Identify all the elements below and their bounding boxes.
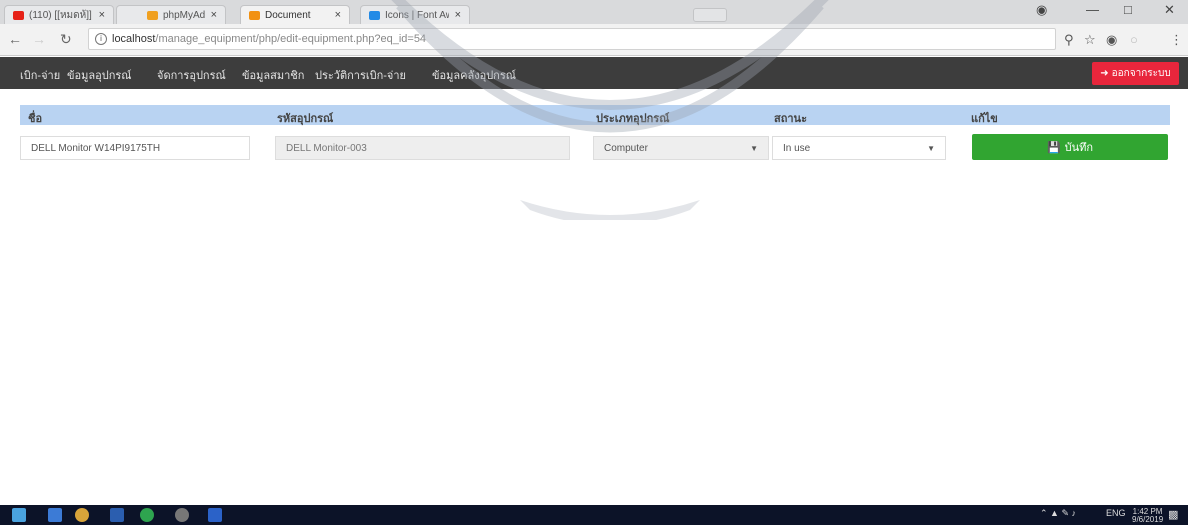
nav-item-withdraw[interactable]: เบิก-จ่าย: [20, 66, 60, 84]
forward-icon[interactable]: →: [32, 31, 46, 47]
maximize-icon[interactable]: □: [1124, 2, 1132, 17]
logout-button[interactable]: ➜ ออกจากระบบ: [1092, 62, 1179, 85]
profile-icon[interactable]: ◉: [1036, 2, 1047, 18]
browser-tab-document[interactable]: Document ×: [240, 5, 350, 24]
clock[interactable]: 1:42 PM 9/6/2019: [1132, 508, 1163, 524]
close-icon[interactable]: ×: [99, 9, 105, 21]
phpmyadmin-icon: [147, 10, 158, 20]
new-tab-button[interactable]: [693, 8, 727, 22]
tab-label: phpMyAdmin: [163, 9, 205, 21]
url-bar[interactable]: i localhost/manage_equipment/php/edit-eq…: [88, 28, 1056, 50]
browser-tab-youtube[interactable]: (110) [[หมดห้]] ติดหา... ×: [4, 5, 114, 24]
word-icon[interactable]: [110, 508, 124, 522]
url-path: /manage_equipment/php/edit-equipment.php…: [155, 33, 427, 45]
browser-tab-font-awesome[interactable]: Icons | Font Awesome ×: [360, 5, 470, 24]
tab-label: Icons | Font Awesome: [385, 9, 449, 21]
close-icon[interactable]: ×: [335, 9, 341, 21]
chevron-down-icon: ▼: [927, 143, 935, 153]
column-header-edit: แก้ไข: [971, 113, 998, 125]
nav-item-member-info[interactable]: ข้อมูลสมาชิก: [242, 66, 304, 84]
close-icon[interactable]: ×: [455, 9, 461, 21]
floppy-disk-icon: 💾: [1046, 141, 1061, 154]
equipment-type-value: Computer: [604, 142, 648, 154]
chrome-icon[interactable]: [75, 508, 89, 522]
equipment-code-field: [275, 136, 570, 160]
star-icon[interactable]: ☆: [1084, 32, 1096, 48]
nav-item-manage-equipment[interactable]: จัดการอุปกรณ์: [157, 66, 226, 84]
zoom-icon[interactable]: ⚲: [1064, 32, 1074, 48]
table-row: Computer ▼ In use ▼ 💾 บันทึก: [20, 126, 1170, 170]
youtube-icon: [13, 10, 24, 20]
app-navbar: เบิก-จ่าย ข้อมูลอุปกรณ์ จัดการอุปกรณ์ ข้…: [0, 57, 1188, 89]
file-explorer-icon[interactable]: [48, 508, 62, 522]
column-header-name: ชื่อ: [28, 113, 43, 125]
vscode-icon[interactable]: [208, 508, 222, 522]
save-button[interactable]: 💾 บันทึก: [972, 134, 1168, 160]
url-host: localhost: [112, 33, 156, 45]
windows-taskbar: ⌃ ▲ ✎ ♪ ENG 1:42 PM 9/6/2019 ▩: [0, 505, 1188, 525]
save-label: บันทึก: [1064, 142, 1094, 154]
table-header: ชื่อ รหัสอุปกรณ์ ประเภทอุปกรณ์ สถานะ แก้…: [20, 105, 1170, 125]
close-window-icon[interactable]: ✕: [1164, 2, 1175, 18]
tab-label: Document: [265, 9, 311, 21]
reload-icon[interactable]: ↻: [60, 31, 72, 48]
extension-icon[interactable]: ◉: [1106, 32, 1117, 48]
notification-icon[interactable]: ▩: [1168, 508, 1178, 521]
column-header-code: รหัสอุปกรณ์: [277, 113, 334, 125]
column-header-status: สถานะ: [774, 113, 807, 125]
extension-icon-2[interactable]: ○: [1130, 32, 1138, 47]
column-header-type: ประเภทอุปกรณ์: [596, 113, 670, 125]
nav-item-history[interactable]: ประวัติการเบิก-จ่าย: [315, 66, 406, 84]
minimize-icon[interactable]: —: [1086, 2, 1099, 17]
language-indicator[interactable]: ENG: [1106, 508, 1126, 518]
close-icon[interactable]: ×: [211, 9, 217, 21]
chevron-down-icon: ▼: [750, 143, 758, 153]
menu-icon[interactable]: ⋮: [1170, 32, 1183, 48]
line-icon[interactable]: [140, 508, 154, 522]
tray-icons[interactable]: ⌃ ▲ ✎ ♪: [1040, 508, 1076, 519]
windows-start-icon[interactable]: [12, 508, 26, 522]
sign-out-icon: ➜: [1100, 68, 1109, 79]
equipment-type-select[interactable]: Computer ▼: [593, 136, 769, 160]
status-value: In use: [783, 142, 811, 154]
nav-item-inventory[interactable]: ข้อมูลคลังอุปกรณ์: [432, 66, 516, 84]
info-icon[interactable]: i: [95, 33, 107, 45]
equipment-name-input[interactable]: [20, 136, 250, 160]
app-icon[interactable]: [175, 508, 189, 522]
back-icon[interactable]: ←: [8, 31, 22, 47]
address-bar-row: ← → ↻ i localhost/manage_equipment/php/e…: [0, 24, 1188, 56]
tab-label: (110) [[หมดห้]] ติดหา...: [29, 9, 93, 21]
logout-label: ออกจากระบบ: [1111, 68, 1171, 79]
font-awesome-icon: [369, 10, 380, 20]
clock-date: 9/6/2019: [1132, 515, 1164, 524]
status-select[interactable]: In use ▼: [772, 136, 946, 160]
nav-item-equipment-info[interactable]: ข้อมูลอุปกรณ์: [67, 66, 131, 84]
document-icon: [249, 10, 260, 20]
browser-tab-strip: (110) [[หมดห้]] ติดหา... × phpMyAdmin × …: [0, 0, 1188, 24]
browser-tab-phpmyadmin[interactable]: phpMyAdmin ×: [116, 5, 226, 24]
